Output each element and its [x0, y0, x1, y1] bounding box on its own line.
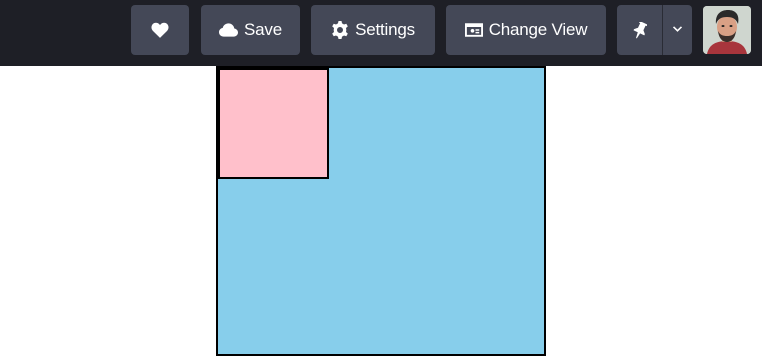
window-icon [464, 23, 483, 37]
avatar[interactable] [703, 6, 751, 54]
change-view-button[interactable]: Change View [446, 5, 606, 55]
top-toolbar: Save Settings Change View [0, 0, 762, 66]
outer-blue-box [216, 66, 546, 356]
gear-icon [331, 21, 349, 39]
cloud-icon [219, 23, 239, 37]
save-label: Save [244, 20, 282, 39]
heart-button[interactable] [131, 5, 189, 55]
heart-icon [151, 22, 169, 38]
inner-pink-box [218, 68, 329, 179]
settings-label: Settings [355, 20, 415, 39]
more-options-dropdown[interactable] [663, 5, 692, 55]
change-view-label: Change View [488, 20, 588, 39]
save-button[interactable]: Save [201, 5, 300, 55]
pin-split-button [617, 5, 692, 55]
settings-button[interactable]: Settings [311, 5, 435, 55]
user-photo [703, 6, 751, 54]
pin-icon [633, 21, 647, 39]
chevron-down-icon [672, 26, 683, 34]
pin-button[interactable] [617, 5, 662, 55]
